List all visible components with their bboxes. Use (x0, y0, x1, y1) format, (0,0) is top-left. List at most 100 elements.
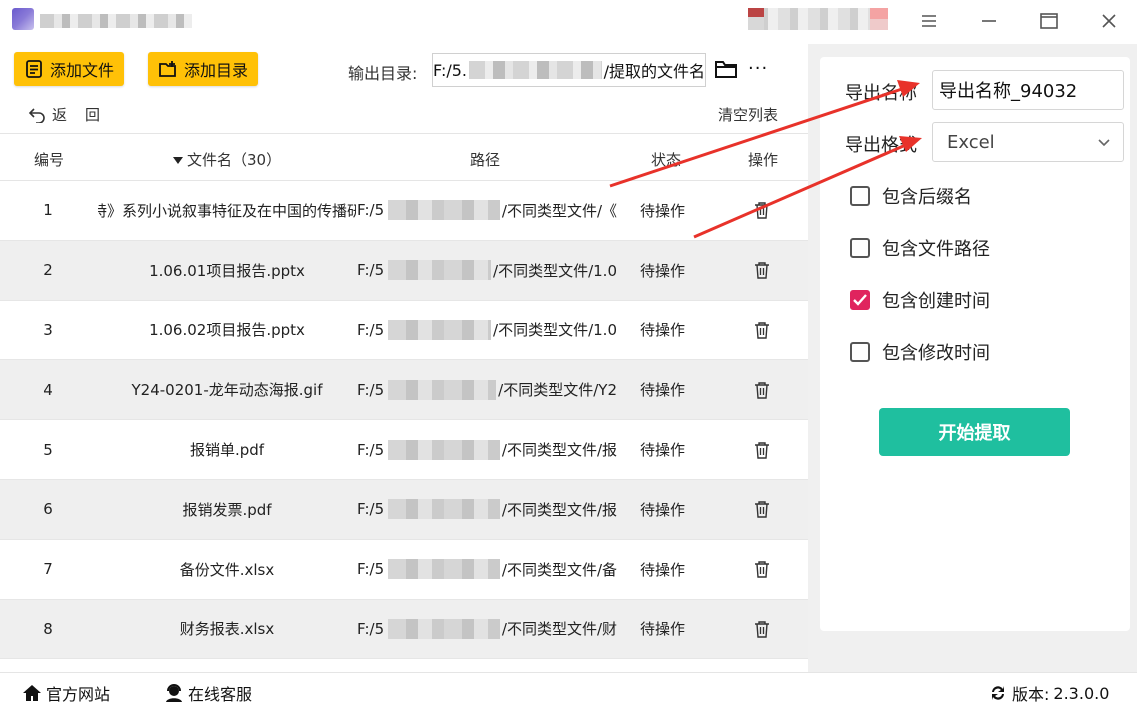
row-filename: 备份文件.xlsx (179, 560, 275, 579)
row-num: 3 (43, 320, 53, 339)
row-path-suffix: /不同类型文件/1.0 (493, 261, 617, 280)
row-delete-button[interactable] (744, 480, 780, 539)
row-filename: 财务报表.xlsx (179, 620, 275, 639)
output-dir-prefix: F:/5. (433, 60, 468, 80)
row-filename: 1.06.01项目报告.pptx (149, 261, 305, 280)
row-path-suffix: /不同类型文件/《 (501, 201, 617, 220)
row-num: 5 (43, 440, 53, 459)
file-table: 编号 文件名（30） 路径 状态 操作 1 特》系列小说叙事特征及在中国的传播研 F… (0, 133, 808, 660)
checkbox-checked-icon (850, 290, 870, 310)
checkbox-unchecked-icon (850, 238, 870, 258)
row-filename: 报销单.pdf (189, 441, 265, 460)
browse-folder-icon[interactable] (714, 58, 738, 84)
add-file-button[interactable]: 添加文件 (14, 52, 125, 86)
row-filename: Y24-0201-龙年动态海报.gif (131, 381, 323, 400)
option-label: 包含创建时间 (882, 291, 990, 312)
row-path-blurred (388, 559, 500, 580)
start-extract-button[interactable]: 开始提取 (879, 408, 1070, 456)
option-label: 包含修改时间 (882, 343, 990, 364)
row-num: 2 (43, 261, 53, 280)
row-delete-button[interactable] (744, 181, 780, 240)
back-arrow-icon (28, 107, 45, 123)
row-path-prefix: F:/5 (357, 619, 385, 638)
table-row[interactable]: 2 1.06.01项目报告.pptx F:/5/不同类型文件/1.0 待操作 (0, 240, 808, 301)
row-path: F:/5/不同类型文件/备 (357, 540, 617, 599)
header-filename[interactable]: 文件名（30） (172, 149, 281, 170)
row-num: 8 (43, 619, 53, 638)
option-label: 包含文件路径 (882, 239, 990, 260)
trash-icon (755, 621, 769, 638)
more-options-icon[interactable]: ··· (748, 58, 768, 79)
row-path-blurred (388, 439, 500, 460)
trash-icon (755, 322, 769, 339)
sort-desc-icon (173, 156, 183, 164)
row-delete-button[interactable] (744, 360, 780, 419)
trash-icon (755, 262, 769, 279)
row-num: 7 (43, 560, 53, 579)
add-directory-button[interactable]: 添加目录 (148, 52, 259, 86)
row-path: F:/5/不同类型文件/报 (357, 420, 617, 479)
table-row[interactable]: 4 Y24-0201-龙年动态海报.gif F:/5/不同类型文件/Y2 待操作 (0, 360, 808, 421)
output-dir-field[interactable]: F:/5. /提取的文件名 (432, 53, 706, 87)
export-name-input[interactable]: 导出名称_94032 (932, 70, 1124, 110)
export-format-select[interactable]: Excel (932, 122, 1124, 162)
row-path-suffix: /不同类型文件/Y2 (498, 381, 617, 400)
minimize-icon[interactable] (974, 8, 1004, 34)
option-checkbox[interactable]: 包含文件路径 (850, 235, 990, 261)
version-info: 版本: 2.3.0.0 (988, 681, 1109, 705)
row-num: 1 (43, 201, 53, 220)
output-dir-suffix: /提取的文件名 (603, 62, 705, 81)
row-status: 待操作 (640, 620, 686, 639)
trash-icon (755, 561, 769, 578)
table-row[interactable]: 1 特》系列小说叙事特征及在中国的传播研 F:/5/不同类型文件/《 待操作 (0, 181, 808, 241)
option-checkbox[interactable]: 包含修改时间 (850, 339, 990, 365)
menu-icon[interactable] (914, 8, 944, 34)
folder-add-icon (159, 61, 176, 77)
row-path-suffix: /不同类型文件/备 (501, 560, 617, 579)
chevron-down-icon (1098, 139, 1110, 147)
header-path: 路径 (470, 151, 501, 169)
row-delete-button[interactable] (744, 540, 780, 599)
maximize-icon[interactable] (1034, 8, 1064, 34)
back-button[interactable]: 返回 (28, 104, 118, 125)
header-status: 状态 (651, 151, 682, 169)
table-row[interactable]: 3 1.06.02项目报告.pptx F:/5/不同类型文件/1.0 待操作 (0, 301, 808, 361)
export-format-label: 导出格式 (845, 135, 917, 156)
back-label: 返回 (52, 106, 119, 124)
header-num: 编号 (34, 151, 65, 169)
official-website-link[interactable]: 官方网站 (22, 681, 110, 705)
table-row[interactable]: 7 备份文件.xlsx F:/5/不同类型文件/备 待操作 (0, 540, 808, 600)
row-delete-button[interactable] (744, 301, 780, 360)
row-path: F:/5/不同类型文件/财 (357, 600, 617, 659)
row-status: 待操作 (640, 381, 686, 400)
row-delete-button[interactable] (744, 420, 780, 479)
row-path-prefix: F:/5 (357, 500, 385, 519)
row-path-suffix: /不同类型文件/1.0 (493, 321, 617, 340)
table-row[interactable]: 6 报销发票.pdf F:/5/不同类型文件/报 待操作 (0, 479, 808, 540)
row-status: 待操作 (640, 261, 686, 280)
row-path-prefix: F:/5 (357, 261, 385, 280)
table-row[interactable]: 8 财务报表.xlsx F:/5/不同类型文件/财 待操作 (0, 599, 808, 660)
row-path-prefix: F:/5 (357, 320, 385, 339)
option-checkbox[interactable]: 包含后缀名 (850, 183, 972, 209)
add-file-label: 添加文件 (50, 61, 115, 80)
row-path-blurred (388, 319, 492, 340)
clear-list-button[interactable]: 清空列表 (718, 104, 778, 125)
app-title-blurred (40, 14, 192, 28)
row-path-prefix: F:/5 (357, 380, 385, 399)
row-delete-button[interactable] (744, 241, 780, 300)
checkbox-unchecked-icon (850, 342, 870, 362)
row-delete-button[interactable] (744, 600, 780, 659)
file-icon (26, 60, 42, 78)
row-path: F:/5/不同类型文件/Y2 (357, 360, 617, 419)
row-path-suffix: /不同类型文件/报 (501, 500, 617, 519)
row-path-suffix: /不同类型文件/财 (501, 620, 617, 639)
online-support-link[interactable]: 在线客服 (164, 681, 252, 705)
row-filename: 1.06.02项目报告.pptx (149, 321, 305, 340)
close-icon[interactable] (1094, 8, 1124, 34)
option-checkbox[interactable]: 包含创建时间 (850, 287, 990, 313)
row-status: 待操作 (640, 441, 686, 460)
home-icon (23, 685, 41, 701)
row-path-blurred (388, 260, 492, 281)
table-row[interactable]: 5 报销单.pdf F:/5/不同类型文件/报 待操作 (0, 420, 808, 480)
